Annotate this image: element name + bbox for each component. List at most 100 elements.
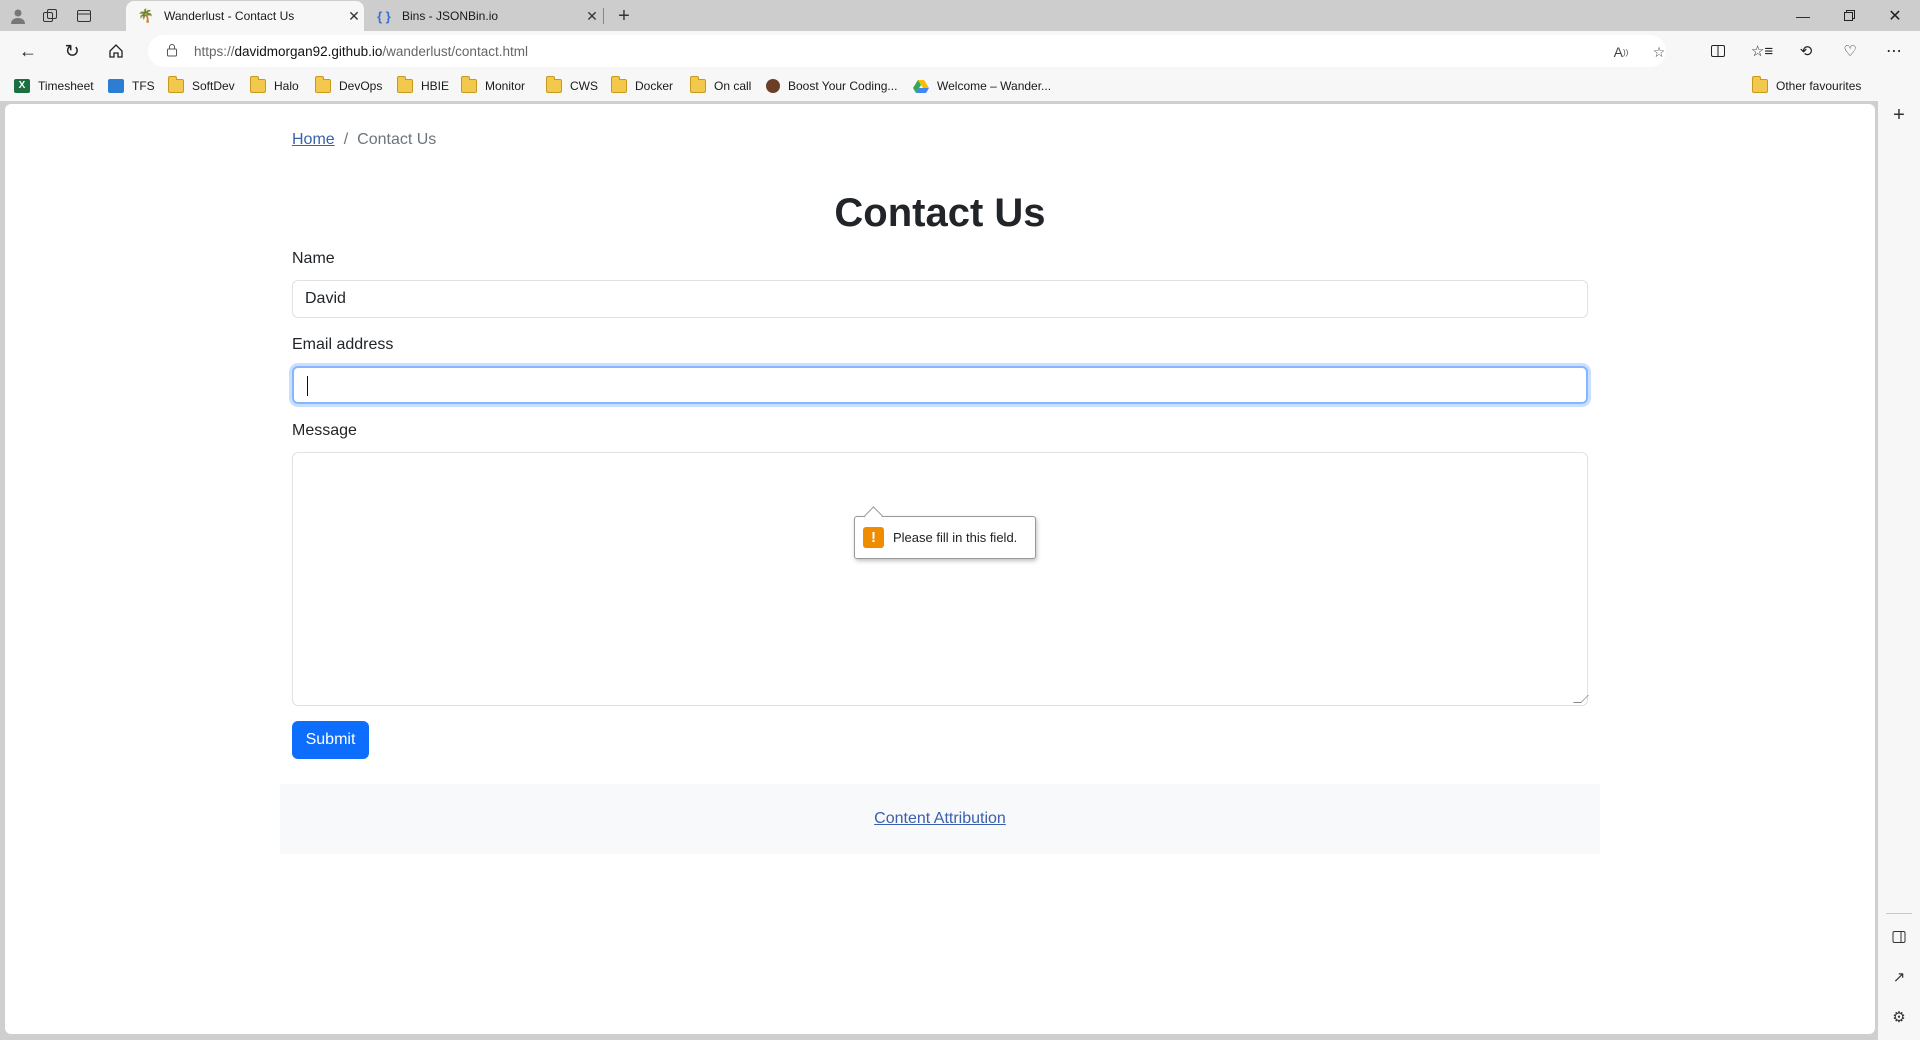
tab-bar: 🌴 Wanderlust - Contact Us ✕ { } Bins - J… (0, 0, 1920, 31)
email-field[interactable] (292, 366, 1588, 404)
bookmark-label: Monitor (485, 79, 526, 93)
tab-title: Bins - JSONBin.io (402, 9, 499, 23)
bookmark-softdev[interactable]: SoftDev (168, 76, 235, 96)
validation-message: Please fill in this field. (893, 530, 1018, 545)
folder-icon (315, 76, 331, 93)
bookmark-label: Boost Your Coding... (788, 79, 898, 93)
bookmark-label: SoftDev (192, 79, 235, 93)
bookmark-halo[interactable]: Halo (250, 76, 299, 96)
resize-handle-icon[interactable] (1573, 695, 1589, 703)
bookmark-label: Other favourites (1776, 79, 1862, 93)
back-button[interactable]: ← (14, 37, 42, 65)
content-attribution-link[interactable]: Content Attribution (874, 810, 1006, 828)
validation-tooltip: ! Please fill in this field. (854, 516, 1036, 559)
new-tab-icon[interactable]: + (612, 4, 636, 28)
bookmark-welcome-wander[interactable]: Welcome – Wander... (913, 76, 1051, 96)
page-title: Contact Us (834, 191, 1046, 235)
google-drive-icon (913, 79, 929, 93)
warning-icon: ! (863, 527, 884, 548)
sidebar-settings-gear-icon[interactable]: ⚙ (1888, 1006, 1910, 1028)
site-icon (766, 79, 780, 93)
tab-jsonbin[interactable]: { } Bins - JSONBin.io ✕ (364, 1, 602, 31)
folder-icon (1752, 76, 1768, 93)
edge-sidebar: + ↗ ⚙ (1878, 101, 1920, 1040)
bookmark-cws[interactable]: CWS (546, 76, 598, 96)
bookmark-label: TFS (132, 79, 155, 93)
bookmark-label: Timesheet (38, 79, 94, 93)
bookmarks-bar: X Timesheet TFS SoftDev Halo DevOps HBIE… (0, 71, 1920, 101)
tab-title: Wanderlust - Contact Us (164, 9, 295, 23)
bookmark-on-call[interactable]: On call (690, 76, 751, 96)
settings-menu-icon[interactable]: ⋯ (1880, 37, 1908, 65)
palm-tree-icon: 🌴 (137, 8, 155, 23)
message-label: Message (292, 422, 357, 439)
footer: Content Attribution (280, 784, 1600, 854)
bookmark-timesheet[interactable]: X Timesheet (14, 76, 94, 96)
hide-sidebar-icon[interactable] (1888, 926, 1910, 948)
folder-icon (690, 76, 706, 93)
favorite-star-icon[interactable]: ☆ (1648, 41, 1670, 63)
url-path: /wanderlust/contact.html (382, 43, 528, 59)
url-prefix: https:// (194, 43, 235, 59)
folder-icon (611, 76, 627, 93)
close-tab-icon[interactable]: ✕ (582, 8, 602, 25)
bookmark-label: DevOps (339, 79, 383, 93)
minimize-button[interactable]: — (1780, 0, 1826, 31)
vertical-tabs-icon[interactable] (72, 4, 96, 28)
breadcrumb-home-link[interactable]: Home (292, 131, 335, 149)
bookmark-label: Halo (274, 79, 299, 93)
bookmark-label: CWS (570, 79, 598, 93)
profile-icon[interactable] (6, 4, 30, 28)
name-field[interactable] (292, 280, 1588, 318)
bookmark-label: On call (714, 79, 752, 93)
navigation-toolbar: ← ↻ https://davidmorgan92.github.io/wand… (0, 31, 1920, 71)
favorites-icon[interactable]: ☆≡ (1748, 37, 1776, 65)
bookmark-other-favourites[interactable]: Other favourites (1752, 76, 1861, 96)
bookmark-tfs[interactable]: TFS (108, 76, 155, 96)
bookmark-boost-your-coding[interactable]: Boost Your Coding... (766, 76, 897, 96)
tab-separator (603, 8, 604, 24)
address-bar[interactable]: https://davidmorgan92.github.io/wanderlu… (148, 35, 1666, 67)
folder-icon (397, 76, 413, 93)
lock-icon[interactable] (164, 43, 180, 60)
sidebar-divider (1886, 913, 1912, 914)
email-label: Email address (292, 336, 394, 353)
page-viewport: Home / Contact Us Contact Us Name Email … (5, 104, 1875, 1034)
folder-icon (461, 76, 477, 93)
submit-button[interactable]: Submit (292, 721, 369, 759)
name-label: Name (292, 250, 335, 267)
url-text: https://davidmorgan92.github.io/wanderlu… (194, 44, 528, 59)
text-caret (307, 376, 308, 396)
restore-button[interactable] (1826, 0, 1872, 31)
url-host: davidmorgan92.github.io (234, 43, 383, 59)
add-sidebar-app-icon[interactable]: + (1888, 104, 1910, 126)
bookmark-label: Docker (635, 79, 674, 93)
close-tab-icon[interactable]: ✕ (344, 8, 364, 25)
breadcrumb-current: Contact Us (357, 131, 437, 148)
tab-wanderlust[interactable]: 🌴 Wanderlust - Contact Us ✕ (126, 1, 364, 31)
visual-studio-icon (108, 79, 124, 93)
breadcrumb: Home / Contact Us (292, 131, 436, 149)
split-screen-icon[interactable] (1704, 37, 1732, 65)
message-textarea[interactable] (292, 452, 1589, 706)
read-aloud-icon[interactable]: A)) (1610, 41, 1632, 63)
bookmark-devops[interactable]: DevOps (315, 76, 382, 96)
curly-braces-icon: { } (377, 8, 391, 24)
external-link-icon[interactable]: ↗ (1888, 966, 1910, 988)
excel-icon: X (14, 79, 30, 93)
workspaces-icon[interactable] (38, 4, 62, 28)
home-button[interactable] (102, 37, 130, 65)
refresh-button[interactable]: ↻ (58, 37, 86, 65)
breadcrumb-separator: / (343, 131, 349, 148)
bookmark-hbie[interactable]: HBIE (397, 76, 449, 96)
folder-icon (250, 76, 266, 93)
bookmark-label: Welcome – Wander... (937, 79, 1052, 93)
bookmark-monitor[interactable]: Monitor (461, 76, 525, 96)
bookmark-docker[interactable]: Docker (611, 76, 673, 96)
folder-icon (168, 76, 184, 93)
close-window-button[interactable]: ✕ (1872, 0, 1918, 31)
folder-icon (546, 76, 562, 93)
history-icon[interactable]: ⟲ (1792, 37, 1820, 65)
bookmark-label: HBIE (421, 79, 450, 93)
browser-essentials-icon[interactable]: ♡ (1836, 37, 1864, 65)
